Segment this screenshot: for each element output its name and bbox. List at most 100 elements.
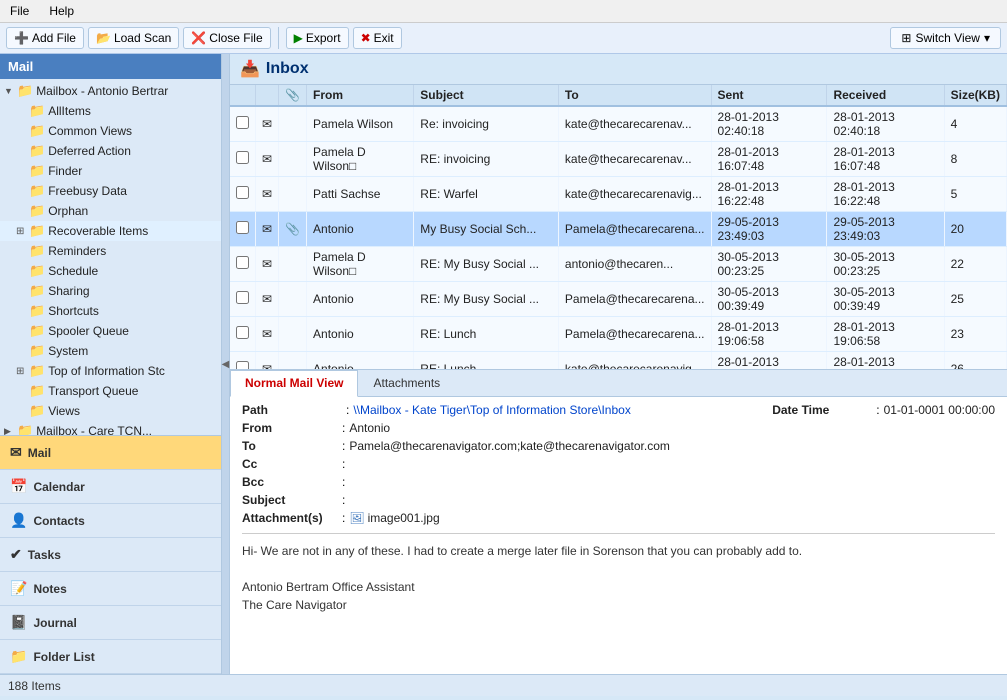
table-row[interactable]: ✉ Pamela D Wilson□ RE: My Busy Social ..… — [230, 247, 1007, 282]
table-row[interactable]: ✉ Pamela D Wilson□ RE: invoicing kate@th… — [230, 142, 1007, 177]
tree-item-13[interactable]: 📁System — [0, 341, 221, 361]
row-check-5[interactable] — [230, 282, 256, 317]
tree-item-0[interactable]: ▼📁Mailbox - Antonio Bertrar — [0, 81, 221, 101]
tree-label: Common Views — [48, 124, 132, 138]
preview-subject-row: Subject : — [242, 493, 995, 507]
load-scan-button[interactable]: 📂 Load Scan — [88, 27, 179, 49]
table-row[interactable]: ✉ Antonio RE: Lunch kate@thecarecarenavi… — [230, 352, 1007, 371]
col-header-from[interactable]: From — [307, 85, 414, 106]
row-checkbox-6[interactable] — [236, 326, 249, 339]
row-check-4[interactable] — [230, 247, 256, 282]
row-to-7: kate@thecarecarenavig... — [558, 352, 711, 371]
row-check-0[interactable] — [230, 106, 256, 142]
col-header-sent[interactable]: Sent — [711, 85, 827, 106]
tree-item-5[interactable]: 📁Freebusy Data — [0, 181, 221, 201]
table-row[interactable]: ✉ Antonio RE: Lunch Pamela@thecarecarena… — [230, 317, 1007, 352]
row-check-6[interactable] — [230, 317, 256, 352]
row-checkbox-7[interactable] — [236, 361, 249, 370]
col-header-size[interactable]: Size(KB) — [944, 85, 1006, 106]
tree-item-11[interactable]: 📁Shortcuts — [0, 301, 221, 321]
table-row[interactable]: ✉ Antonio RE: My Busy Social ... Pamela@… — [230, 282, 1007, 317]
add-file-icon: ➕ — [14, 31, 29, 45]
nav-btn-notes[interactable]: 📝Notes — [0, 572, 221, 606]
row-from-3: Antonio — [307, 212, 414, 247]
tree-item-9[interactable]: 📁Schedule — [0, 261, 221, 281]
path-value[interactable]: \\Mailbox - Kate Tiger\Top of Informatio… — [353, 403, 630, 417]
preview-tab-0[interactable]: Normal Mail View — [230, 370, 358, 397]
preview-tab-1[interactable]: Attachments — [358, 370, 455, 396]
folder-icon: 📁 — [17, 423, 33, 435]
tree-item-7[interactable]: ⊞📁Recoverable Items — [0, 221, 221, 241]
tree-item-6[interactable]: 📁Orphan — [0, 201, 221, 221]
items-count: 188 Items — [8, 679, 61, 693]
nav-btn-tasks[interactable]: ✔Tasks — [0, 538, 221, 572]
row-checkbox-5[interactable] — [236, 291, 249, 304]
nav-icon-folder list: 📁 — [10, 648, 27, 665]
table-row[interactable]: ✉ 📎 Antonio My Busy Social Sch... Pamela… — [230, 212, 1007, 247]
tree-label: Reminders — [48, 244, 106, 258]
nav-icon-notes: 📝 — [10, 580, 27, 597]
tree-item-3[interactable]: 📁Deferred Action — [0, 141, 221, 161]
row-checkbox-4[interactable] — [236, 256, 249, 269]
tree-item-14[interactable]: ⊞📁Top of Information Stc — [0, 361, 221, 381]
row-check-3[interactable] — [230, 212, 256, 247]
folder-icon: 📁 — [17, 83, 33, 99]
add-file-button[interactable]: ➕ Add File — [6, 27, 84, 49]
row-check-7[interactable] — [230, 352, 256, 371]
row-checkbox-3[interactable] — [236, 221, 249, 234]
switch-view-button[interactable]: ⊞ Switch View ▾ — [890, 27, 1001, 49]
col-header-subject[interactable]: Subject — [414, 85, 559, 106]
col-header-to[interactable]: To — [558, 85, 711, 106]
nav-btn-folder list[interactable]: 📁 Folder List — [0, 640, 221, 674]
nav-label-folder list: Folder List — [33, 650, 94, 664]
menu-help[interactable]: Help — [45, 2, 78, 20]
row-icon-4: ✉ — [256, 247, 279, 282]
row-checkbox-0[interactable] — [236, 116, 249, 129]
row-attach-0 — [279, 106, 307, 142]
preview-from-row: From : Antonio — [242, 421, 995, 435]
nav-btn-mail[interactable]: ✉Mail — [0, 436, 221, 470]
col-header-received[interactable]: Received — [827, 85, 944, 106]
email-body-text: Hi- We are not in any of these. I had to… — [242, 542, 995, 560]
close-file-button[interactable]: ❌ Close File — [183, 27, 270, 49]
row-received-6: 28-01-2013 19:06:58 — [827, 317, 944, 352]
tree-item-8[interactable]: 📁Reminders — [0, 241, 221, 261]
folder-icon: 📁 — [29, 243, 45, 259]
exit-button[interactable]: ✖ Exit — [353, 27, 402, 49]
row-icon-5: ✉ — [256, 282, 279, 317]
export-button[interactable]: ▶ Export — [286, 27, 349, 49]
row-check-2[interactable] — [230, 177, 256, 212]
tree-label: Shortcuts — [48, 304, 99, 318]
tree-label: Recoverable Items — [48, 224, 148, 238]
nav-btn-contacts[interactable]: 👤Contacts — [0, 504, 221, 538]
tree-label: Spooler Queue — [48, 324, 129, 338]
nav-btn-journal[interactable]: 📓Journal — [0, 606, 221, 640]
tree-item-1[interactable]: 📁AllItems — [0, 101, 221, 121]
row-size-1: 8 — [944, 142, 1006, 177]
tree-item-15[interactable]: 📁Transport Queue — [0, 381, 221, 401]
row-check-1[interactable] — [230, 142, 256, 177]
row-checkbox-1[interactable] — [236, 151, 249, 164]
preview-bcc-row: Bcc : — [242, 475, 995, 489]
table-row[interactable]: ✉ Pamela Wilson Re: invoicing kate@theca… — [230, 106, 1007, 142]
preview-path-container: Path : \\Mailbox - Kate Tiger\Top of Inf… — [242, 403, 631, 417]
row-checkbox-2[interactable] — [236, 186, 249, 199]
tree-item-17[interactable]: ▶📁Mailbox - Care TCN... — [0, 421, 221, 435]
menu-file[interactable]: File — [6, 2, 33, 20]
table-row[interactable]: ✉ Patti Sachse RE: Warfel kate@thecareca… — [230, 177, 1007, 212]
subject-label: Subject — [242, 493, 342, 507]
tree-label: Schedule — [48, 264, 98, 278]
attachment-file-icon: 🖼 — [349, 511, 364, 525]
attachment-value: image001.jpg — [368, 511, 440, 525]
folder-icon: 📁 — [29, 103, 45, 119]
tree-item-10[interactable]: 📁Sharing — [0, 281, 221, 301]
sidebar-collapse-handle[interactable]: ◀ — [222, 54, 230, 674]
mail-icon: ✉ — [262, 257, 272, 271]
tree-item-16[interactable]: 📁Views — [0, 401, 221, 421]
tree-item-2[interactable]: 📁Common Views — [0, 121, 221, 141]
tree-item-12[interactable]: 📁Spooler Queue — [0, 321, 221, 341]
tree-label: Mailbox - Antonio Bertrar — [36, 84, 168, 98]
tree-item-4[interactable]: 📁Finder — [0, 161, 221, 181]
nav-icon-journal: 📓 — [10, 614, 27, 631]
nav-btn-calendar[interactable]: 📅Calendar — [0, 470, 221, 504]
